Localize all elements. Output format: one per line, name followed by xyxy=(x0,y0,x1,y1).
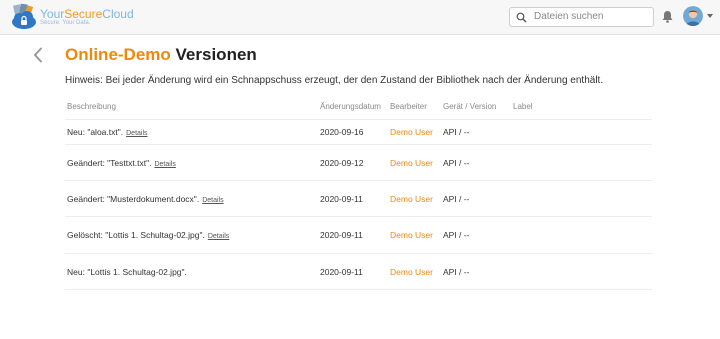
brand-tagline: Secure. Your Data. xyxy=(40,20,91,26)
chevron-down-icon[interactable] xyxy=(707,14,713,18)
details-link[interactable]: Details xyxy=(126,130,147,137)
row-date: 2020-09-12 xyxy=(320,157,364,168)
table-row[interactable]: Gelöscht: "Lottis 1. Schultag-02.jpg". De… xyxy=(65,217,652,254)
table-header: Beschreibung Änderungsdatum Bearbeiter G… xyxy=(65,99,652,120)
table-row[interactable]: Geändert: "Musterdokument.docx". Details … xyxy=(65,181,652,217)
row-device: API / -- xyxy=(443,127,470,137)
user-avatar-icon xyxy=(683,6,703,26)
back-arrow-icon[interactable] xyxy=(33,47,43,63)
row-device: API / -- xyxy=(443,230,470,240)
details-link[interactable]: Details xyxy=(154,161,175,168)
row-date: 2020-09-16 xyxy=(320,127,364,137)
row-editor-link[interactable]: Demo User xyxy=(390,194,433,204)
versions-table: Beschreibung Änderungsdatum Bearbeiter G… xyxy=(65,99,652,290)
column-header-label: Label xyxy=(513,102,533,111)
row-device: API / -- xyxy=(443,193,470,204)
search-icon xyxy=(516,12,527,23)
details-link[interactable]: Details xyxy=(202,197,223,204)
row-editor-link[interactable]: Demo User xyxy=(390,267,433,277)
table-row[interactable]: Neu: "Lottis 1. Schultag-02.jpg". 2020-0… xyxy=(65,254,652,290)
hint-text: Hinweis: Bei jeder Änderung wird ein Sch… xyxy=(65,75,604,86)
search-box[interactable] xyxy=(509,7,654,27)
row-editor-link[interactable]: Demo User xyxy=(390,158,433,168)
table-row[interactable]: Neu: "aloa.txt". Details 2020-09-16 Demo … xyxy=(65,120,652,145)
row-device: API / -- xyxy=(443,266,470,277)
row-description: Neu: "Lottis 1. Schultag-02.jpg". xyxy=(67,266,187,277)
row-date: 2020-09-11 xyxy=(320,193,363,204)
row-editor-link[interactable]: Demo User xyxy=(390,230,433,240)
row-date: 2020-09-11 xyxy=(320,230,363,240)
row-description: Geändert: "Testtxt.txt". Details xyxy=(67,157,176,168)
bell-icon[interactable] xyxy=(662,10,673,23)
cloud-lock-icon xyxy=(12,3,36,29)
row-description: Neu: "aloa.txt". Details xyxy=(67,127,148,137)
title-suffix: Versionen xyxy=(175,45,257,64)
search-input[interactable] xyxy=(534,9,646,24)
column-header-date: Änderungsdatum xyxy=(320,102,381,111)
library-name: Online-Demo xyxy=(65,45,171,64)
row-device: API / -- xyxy=(443,157,470,168)
row-description: Geändert: "Musterdokument.docx". Details xyxy=(67,193,224,204)
table-row[interactable]: Geändert: "Testtxt.txt". Details 2020-09-… xyxy=(65,145,652,181)
column-header-device: Gerät / Version xyxy=(443,102,497,111)
row-date: 2020-09-11 xyxy=(320,266,363,277)
details-link[interactable]: Details xyxy=(208,233,229,240)
column-header-description: Beschreibung xyxy=(67,102,116,111)
row-editor-link[interactable]: Demo User xyxy=(390,127,433,137)
logo[interactable]: YourSecureCloud Secure. Your Data. xyxy=(10,3,160,31)
brand-name: YourSecureCloud xyxy=(40,7,134,21)
page-title: Online-Demo Versionen xyxy=(65,45,257,65)
avatar[interactable] xyxy=(683,6,703,26)
top-bar: YourSecureCloud Secure. Your Data. xyxy=(0,0,720,35)
column-header-editor: Bearbeiter xyxy=(390,102,427,111)
row-description: Gelöscht: "Lottis 1. Schultag-02.jpg". De… xyxy=(67,230,230,240)
